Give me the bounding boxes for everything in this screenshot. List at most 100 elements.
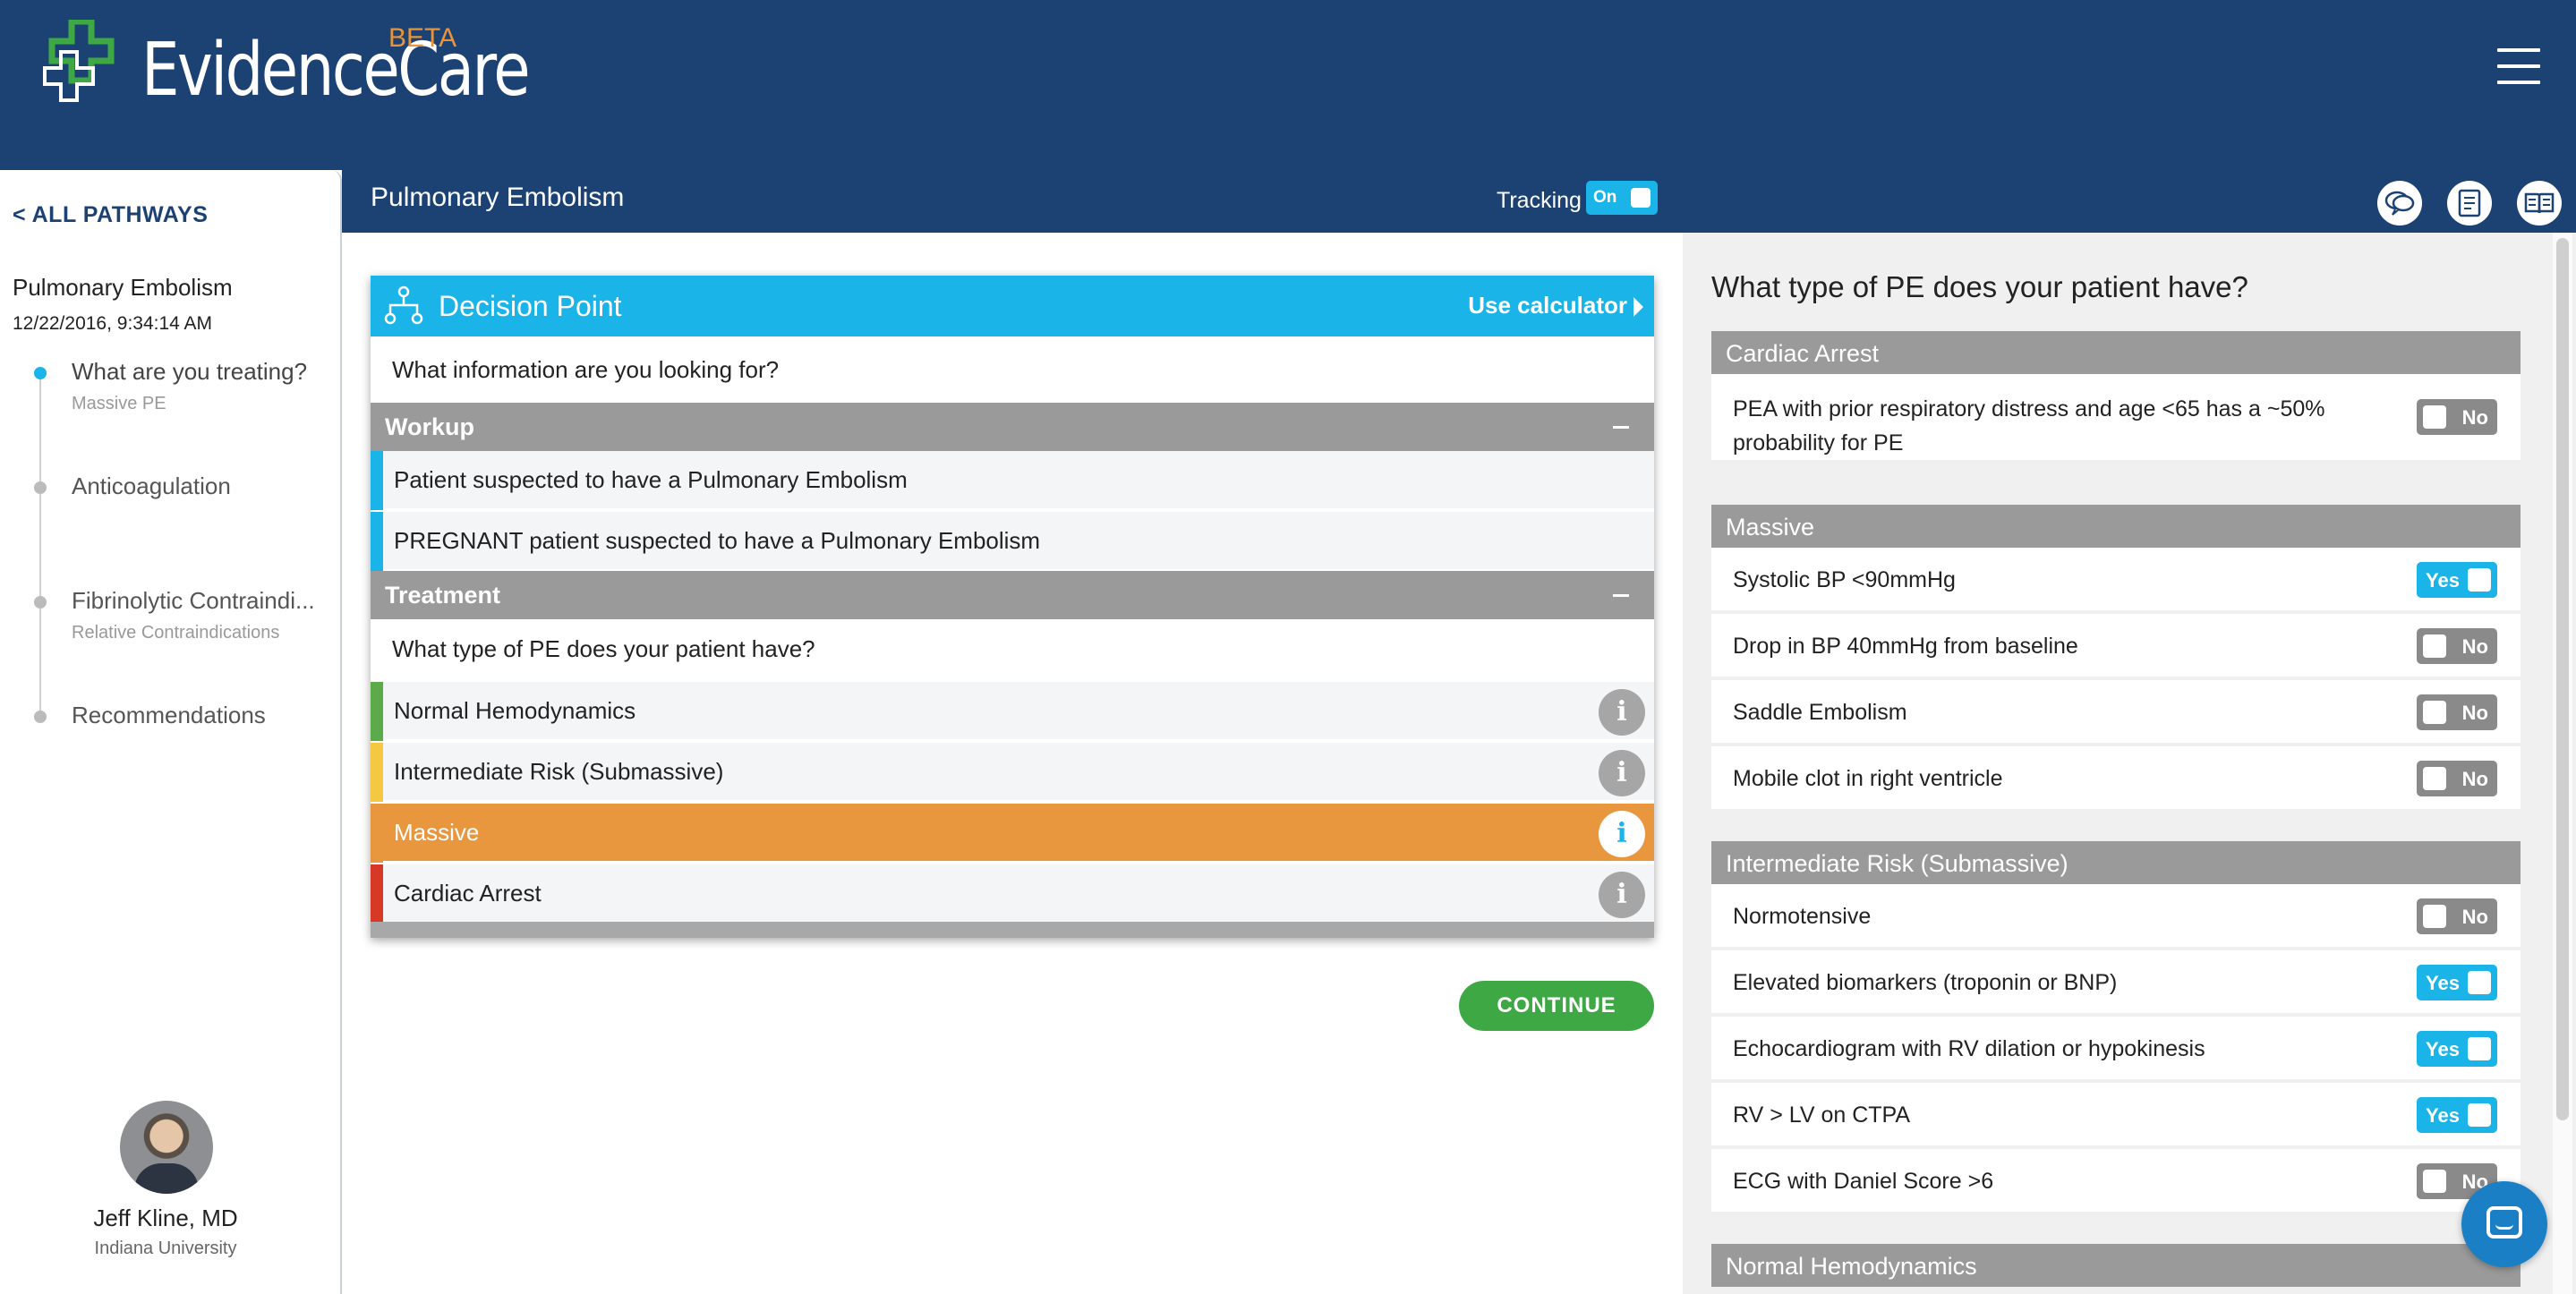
info-icon[interactable]: i bbox=[1599, 811, 1645, 857]
info-icon[interactable]: i bbox=[1599, 689, 1645, 736]
criteria-row: Elevated biomarkers (troponin or BNP) Ye… bbox=[1711, 950, 2521, 1015]
toggle-value: Yes bbox=[2426, 972, 2460, 994]
use-calculator-link[interactable]: Use calculator bbox=[1468, 292, 1627, 319]
option-normal-hemodynamics[interactable]: Normal Hemodynamics i bbox=[371, 682, 1654, 741]
tracking-label: Tracking bbox=[1497, 188, 1582, 213]
criteria-row: Saddle Embolism No bbox=[1711, 680, 2521, 745]
decision-point-title: Decision Point bbox=[439, 290, 622, 322]
option-pregnant-suspected-pe[interactable]: PREGNANT patient suspected to have a Pul… bbox=[371, 512, 1654, 571]
step-what-are-you-treating[interactable]: What are you treating? bbox=[72, 358, 307, 386]
criteria-toggle[interactable]: Yes bbox=[2417, 1031, 2497, 1067]
chat-icon[interactable] bbox=[2461, 1181, 2547, 1267]
all-pathways-link[interactable]: < ALL PATHWAYS bbox=[13, 202, 208, 228]
option-cardiac-arrest[interactable]: Cardiac Arrest i bbox=[371, 864, 1654, 924]
criteria-row: Systolic BP <90mmHg Yes bbox=[1711, 548, 2521, 612]
criteria-row: Mobile clot in right ventricle No bbox=[1711, 746, 2521, 811]
criteria-row: Echocardiogram with RV dilation or hypok… bbox=[1711, 1017, 2521, 1081]
section-massive: Massive bbox=[1711, 505, 2521, 548]
toggle-value: No bbox=[2461, 768, 2488, 790]
option-suspected-pe[interactable]: Patient suspected to have a Pulmonary Em… bbox=[371, 451, 1654, 510]
document-icon[interactable] bbox=[2447, 181, 2492, 226]
author-avatar bbox=[120, 1101, 213, 1194]
criteria-row: Drop in BP 40mmHg from baseline No bbox=[1711, 614, 2521, 678]
brand-name: EvidenceCare bbox=[141, 28, 531, 113]
page-title: Pulmonary Embolism bbox=[371, 183, 625, 212]
step-fibrinolytic-contraindications[interactable]: Fibrinolytic Contraindi... bbox=[72, 587, 315, 615]
decision-point-header: Decision Point Use calculator bbox=[371, 276, 1654, 336]
criteria-row: RV > LV on CTPA Yes bbox=[1711, 1083, 2521, 1147]
criteria-toggle[interactable]: No bbox=[2417, 761, 2497, 796]
collapse-icon bbox=[1613, 594, 1629, 597]
option-label: Intermediate Risk (Submassive) bbox=[394, 758, 724, 785]
group-workup[interactable]: Workup bbox=[371, 403, 1654, 451]
continue-button[interactable]: CONTINUE bbox=[1459, 981, 1654, 1031]
section-label: Massive bbox=[1726, 514, 1815, 541]
step-dot-active bbox=[34, 367, 47, 379]
criteria-toggle[interactable]: No bbox=[2417, 628, 2497, 664]
section-label: Normal Hemodynamics bbox=[1726, 1253, 1977, 1280]
option-label: Massive bbox=[394, 819, 480, 846]
pathway-titlebar: Pulmonary Embolism Tracking On bbox=[342, 170, 2576, 233]
step-dot bbox=[34, 711, 47, 723]
criteria-toggle[interactable]: No bbox=[2417, 399, 2497, 435]
option-massive[interactable]: Massive i bbox=[371, 804, 1654, 863]
criteria-label: RV > LV on CTPA bbox=[1733, 1102, 1911, 1128]
criteria-toggle[interactable]: Yes bbox=[2417, 1097, 2497, 1133]
toggle-value: No bbox=[2461, 906, 2488, 928]
feedback-icon[interactable] bbox=[2377, 181, 2422, 226]
criteria-label: PEA with prior respiratory distress and … bbox=[1733, 396, 2325, 455]
criteria-label: Elevated biomarkers (troponin or BNP) bbox=[1733, 970, 2118, 995]
decision-point-card: Decision Point Use calculator What infor… bbox=[371, 276, 1654, 938]
criteria-panel: What type of PE does your patient have? … bbox=[1683, 233, 2576, 1294]
toggle-value: Yes bbox=[2426, 1104, 2460, 1127]
decision-area: Decision Point Use calculator What infor… bbox=[344, 233, 1683, 1294]
tracking-toggle[interactable]: On bbox=[1586, 181, 1658, 215]
criteria-row: PEA with prior respiratory distress and … bbox=[1711, 374, 2521, 462]
info-icon[interactable]: i bbox=[1599, 872, 1645, 918]
criteria-toggle[interactable]: No bbox=[2417, 898, 2497, 934]
toggle-knob bbox=[1631, 188, 1651, 208]
tracking-toggle-value: On bbox=[1593, 188, 1617, 207]
author-organization: Indiana University bbox=[94, 1239, 237, 1258]
group-treatment-label: Treatment bbox=[385, 582, 501, 609]
criteria-toggle[interactable]: Yes bbox=[2417, 562, 2497, 598]
section-cardiac-arrest: Cardiac Arrest bbox=[1711, 331, 2521, 374]
scrollbar-thumb[interactable] bbox=[2556, 238, 2569, 1120]
collapse-icon bbox=[1613, 426, 1629, 429]
criteria-toggle[interactable]: No bbox=[2417, 694, 2497, 730]
criteria-label: Normotensive bbox=[1733, 904, 1872, 929]
step-dot bbox=[34, 596, 47, 609]
info-icon[interactable]: i bbox=[1599, 750, 1645, 796]
toggle-value: No bbox=[2461, 406, 2488, 429]
option-intermediate-risk[interactable]: Intermediate Risk (Submassive) i bbox=[371, 743, 1654, 802]
evidencecare-logo-icon bbox=[43, 20, 115, 102]
criteria-label: Echocardiogram with RV dilation or hypok… bbox=[1733, 1036, 2205, 1061]
treatment-question: What type of PE does your patient have? bbox=[392, 635, 815, 662]
step-sub-relative-contraindications: Relative Contraindications bbox=[72, 623, 280, 643]
caret-right-icon bbox=[1633, 297, 1643, 317]
section-label: Cardiac Arrest bbox=[1726, 340, 1880, 367]
option-label: Patient suspected to have a Pulmonary Em… bbox=[394, 466, 908, 493]
criteria-label: Mobile clot in right ventricle bbox=[1733, 766, 2003, 791]
sidebar-timestamp: 12/22/2016, 9:34:14 AM bbox=[13, 313, 213, 334]
panel-question: What type of PE does your patient have? bbox=[1711, 270, 2248, 303]
steps-timeline bbox=[39, 374, 41, 714]
group-treatment[interactable]: Treatment bbox=[371, 571, 1654, 619]
criteria-label: Drop in BP 40mmHg from baseline bbox=[1733, 634, 2078, 659]
author-name: Jeff Kline, MD bbox=[93, 1205, 238, 1231]
toggle-value: No bbox=[2461, 702, 2488, 724]
criteria-row: Normotensive No bbox=[1711, 884, 2521, 949]
criteria-toggle[interactable]: Yes bbox=[2417, 965, 2497, 1000]
criteria-label: ECG with Daniel Score >6 bbox=[1733, 1169, 1994, 1194]
toggle-value: No bbox=[2461, 635, 2488, 658]
toggle-value: Yes bbox=[2426, 569, 2460, 592]
sidebar-pathway-title: Pulmonary Embolism bbox=[13, 274, 233, 301]
pathway-sidebar: < ALL PATHWAYS Pulmonary Embolism 12/22/… bbox=[0, 170, 342, 1294]
top-banner: EvidenceCare BETA bbox=[0, 0, 2576, 170]
book-icon[interactable] bbox=[2517, 181, 2562, 226]
step-anticoagulation[interactable]: Anticoagulation bbox=[72, 472, 231, 500]
toggle-value: Yes bbox=[2426, 1038, 2460, 1060]
criteria-label: Systolic BP <90mmHg bbox=[1733, 567, 1956, 592]
hamburger-menu-icon[interactable] bbox=[2497, 48, 2540, 84]
step-recommendations[interactable]: Recommendations bbox=[72, 702, 266, 729]
